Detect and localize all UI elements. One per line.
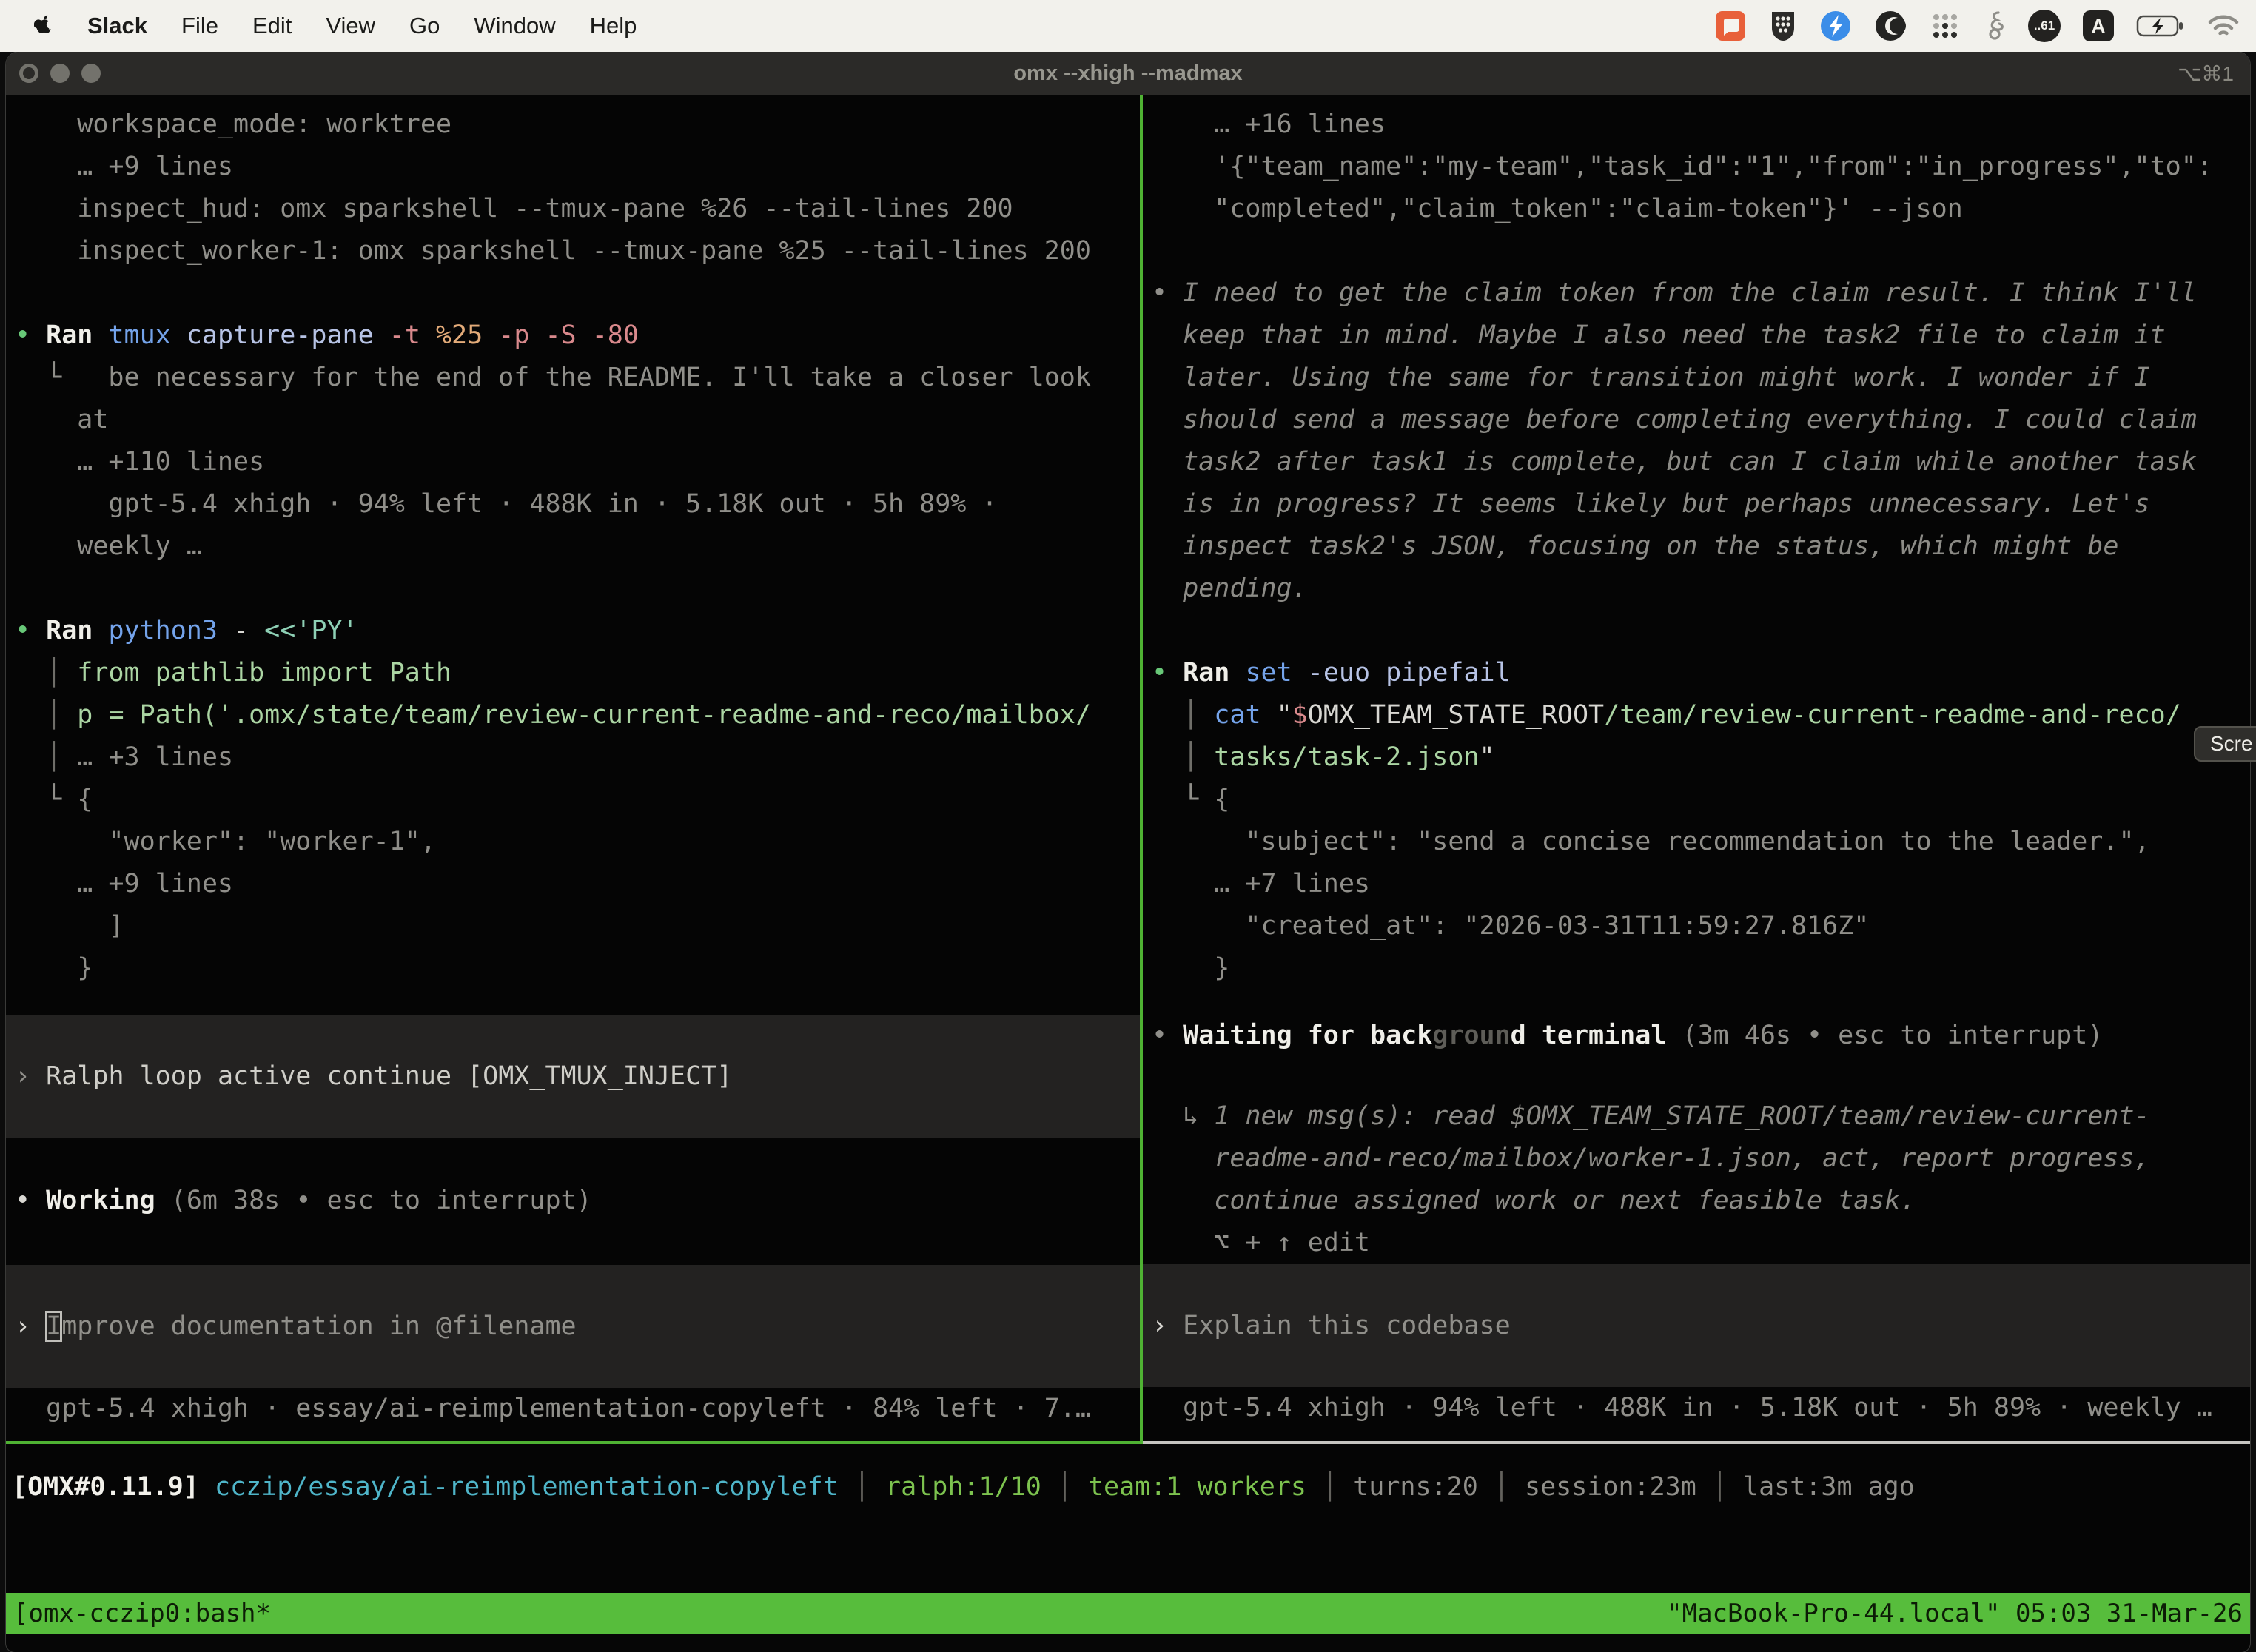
menu-left: Slack File Edit View Go Window Help xyxy=(34,13,637,39)
tmux-panes: workspace_mode: worktree … +9 lines insp… xyxy=(6,95,2250,1441)
squiggle-icon[interactable] xyxy=(1984,10,2006,42)
window-title: omx --xhigh --madmax xyxy=(6,61,2250,86)
battery-icon[interactable] xyxy=(2136,14,2185,38)
screen-tooltip: Scre xyxy=(2194,726,2256,762)
terminal-window: omx --xhigh --madmax ⌥⌘1 workspace_mode:… xyxy=(6,52,2250,1652)
working-status: • Working (6m 38s • esc to interrupt) xyxy=(6,1180,1140,1222)
close-button[interactable] xyxy=(19,64,38,83)
omx-status-bar: [OMX#0.11.9] cczip/essay/ai-reimplementa… xyxy=(6,1444,2250,1593)
menu-item-edit[interactable]: Edit xyxy=(252,13,292,39)
terminal-output-right: … +16 lines '{"team_name":"my-team","tas… xyxy=(1143,104,2250,990)
traffic-lights xyxy=(6,64,101,83)
prompt-box-left[interactable]: › Improve documentation in @filename xyxy=(6,1265,1140,1388)
tmux-host-clock: "MacBook-Pro-44.local" 05:03 31-Mar-26 xyxy=(1667,1599,2243,1628)
pane-worker-1[interactable]: … +16 lines '{"team_name":"my-team","tas… xyxy=(1143,95,2250,1441)
model-status-left: gpt-5.4 xhigh · essay/ai-reimplementatio… xyxy=(6,1388,1140,1430)
menu-status-icons: ..61 A xyxy=(1714,10,2240,42)
wifi-icon[interactable] xyxy=(2207,13,2240,38)
menu-item-help[interactable]: Help xyxy=(590,13,637,39)
tmux-status-bar: [omx-cczip0:bash* "MacBook-Pro-44.local"… xyxy=(6,1593,2250,1634)
ralph-loop-banner: › Ralph loop active continue [OMX_TMUX_I… xyxy=(6,1015,1140,1138)
window-titlebar[interactable]: omx --xhigh --madmax ⌥⌘1 xyxy=(6,52,2250,95)
zoom-button[interactable] xyxy=(81,64,101,83)
model-status-right: gpt-5.4 xhigh · 94% left · 488K in · 5.1… xyxy=(1143,1387,2250,1429)
window-shortcut-hint: ⌥⌘1 xyxy=(2178,61,2234,86)
terminal-output-left: workspace_mode: worktree … +9 lines insp… xyxy=(6,104,1140,990)
menu-item-window[interactable]: Window xyxy=(474,13,555,39)
pane-hud[interactable]: workspace_mode: worktree … +9 lines insp… xyxy=(6,95,1140,1441)
bolt-badge-icon[interactable] xyxy=(1819,10,1852,42)
badge-61-icon[interactable]: ..61 xyxy=(2028,10,2061,42)
menu-item-go[interactable]: Go xyxy=(409,13,440,39)
menu-app-name[interactable]: Slack xyxy=(87,13,147,39)
prompt-box-right[interactable]: › Explain this codebase xyxy=(1143,1264,2250,1387)
chat-icon[interactable] xyxy=(1714,10,1747,42)
crescent-icon[interactable] xyxy=(1874,10,1907,42)
mailbox-message: ↳ 1 new msg(s): read $OMX_TEAM_STATE_ROO… xyxy=(1143,1095,2250,1264)
dots-grid-icon[interactable] xyxy=(1929,10,1961,42)
menu-item-file[interactable]: File xyxy=(181,13,218,39)
input-source-icon[interactable]: A xyxy=(2083,10,2114,41)
menu-item-view[interactable]: View xyxy=(326,13,375,39)
shield-grid-icon[interactable] xyxy=(1769,10,1797,42)
tmux-session-label[interactable]: [omx-cczip0:bash* xyxy=(13,1599,271,1628)
waiting-status: • Waiting for background terminal (3m 46… xyxy=(1143,1015,2250,1057)
apple-logo-icon[interactable] xyxy=(34,15,53,37)
menu-bar: Slack File Edit View Go Window Help ..61… xyxy=(0,0,2256,52)
minimize-button[interactable] xyxy=(50,64,70,83)
